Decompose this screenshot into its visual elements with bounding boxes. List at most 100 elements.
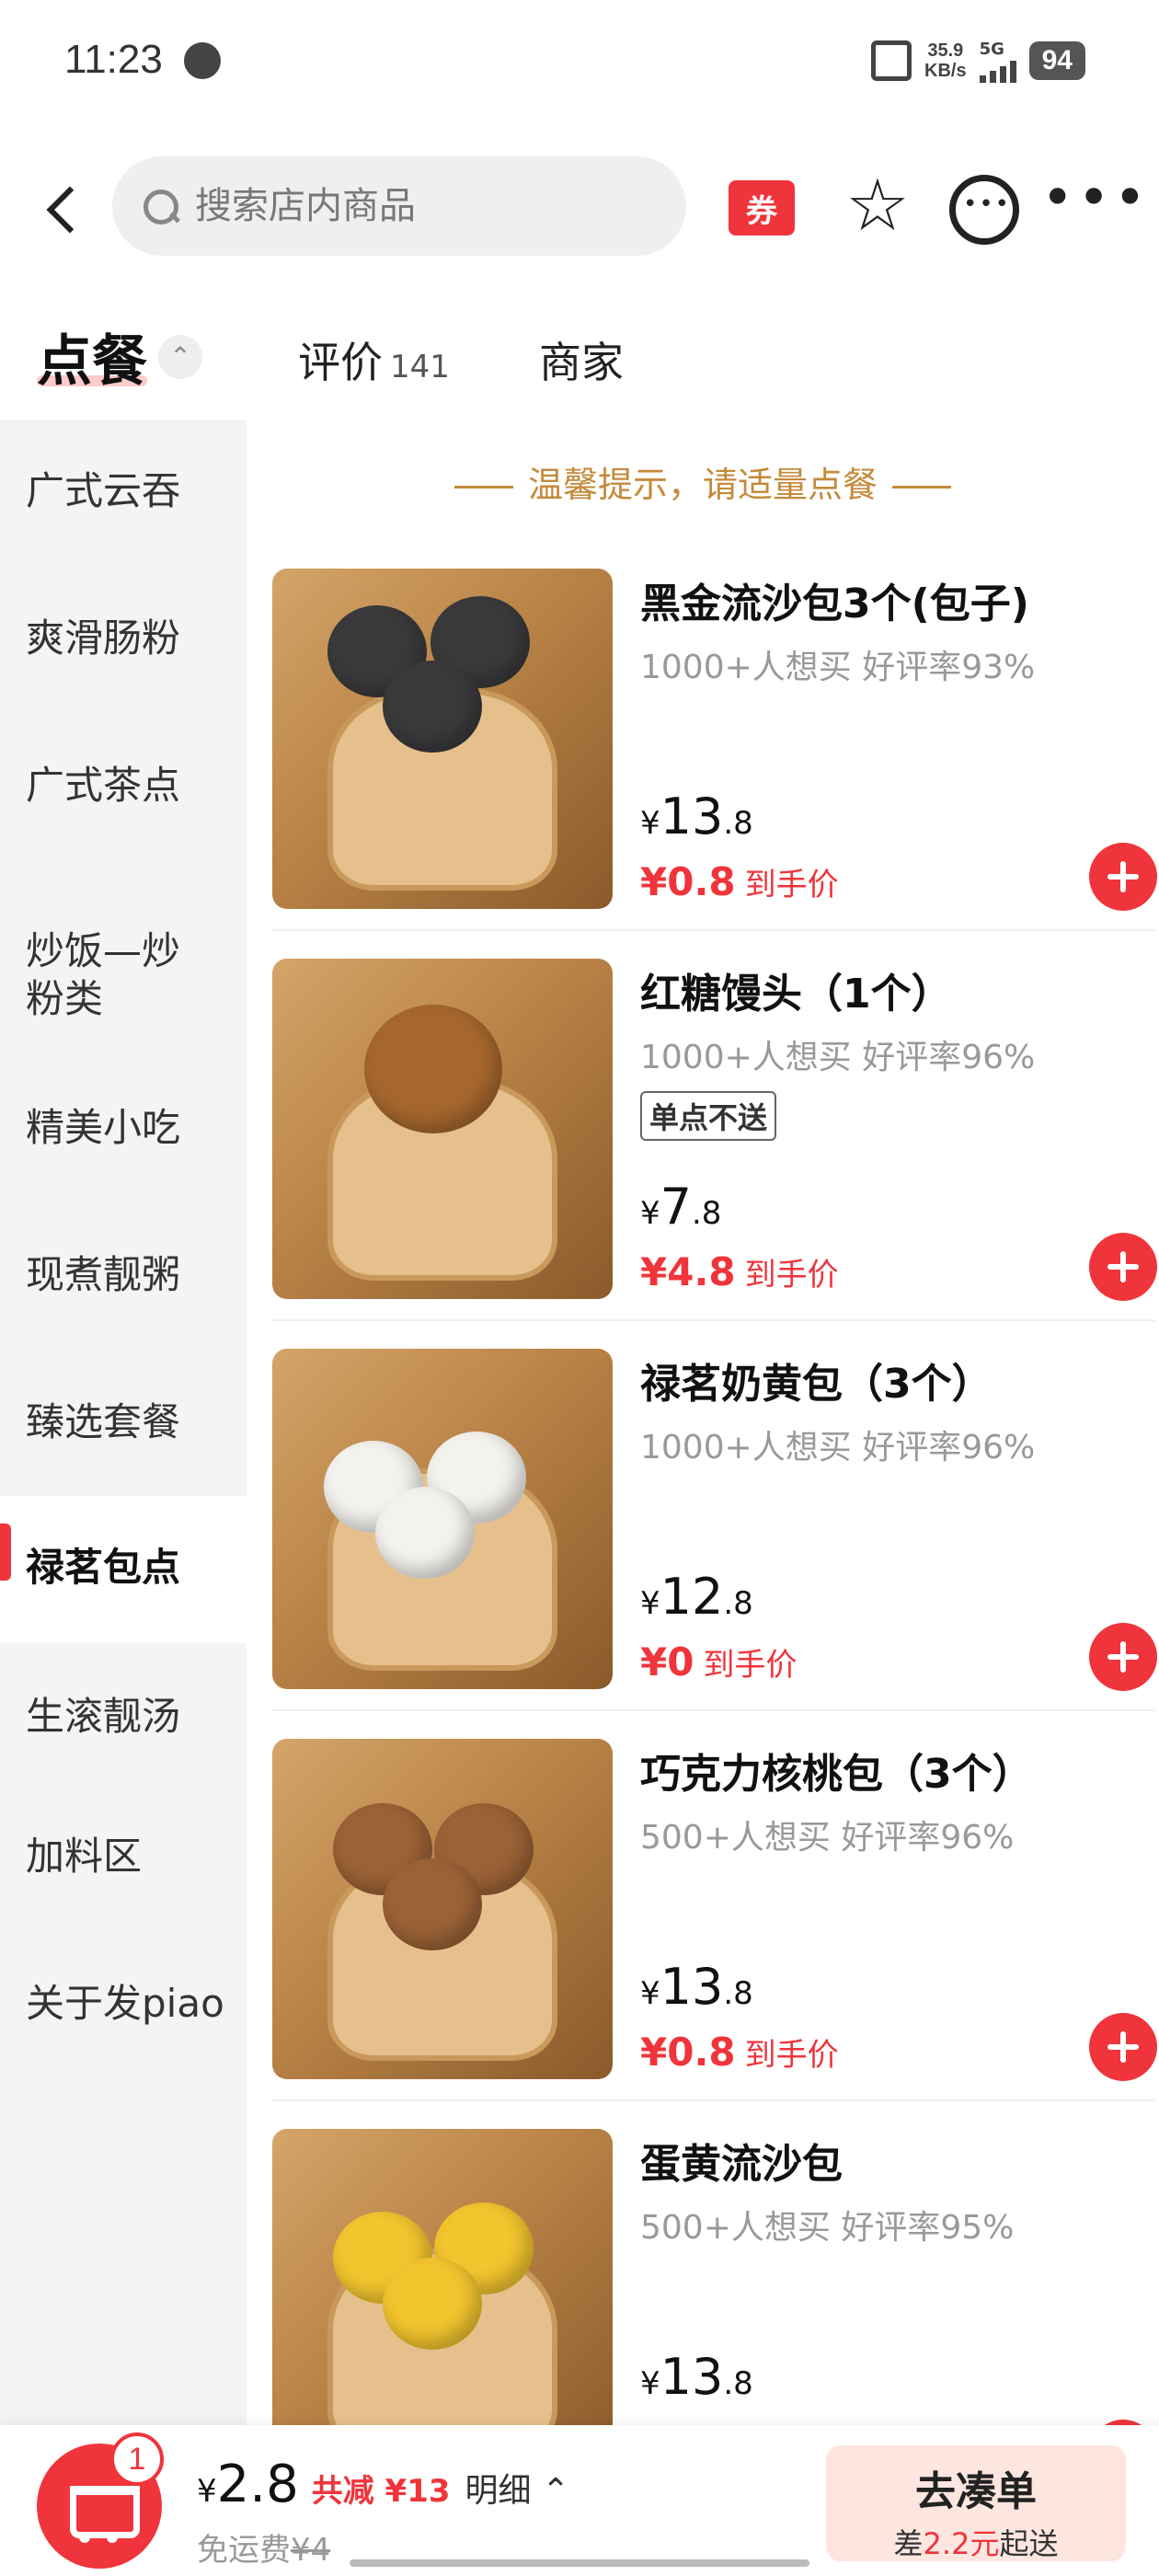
final-price-value: ¥0.8: [640, 859, 736, 904]
tab-merchant[interactable]: 商家: [539, 329, 624, 390]
search-input[interactable]: [195, 185, 655, 227]
tab-reviews-label: 评价: [298, 338, 383, 387]
product-image[interactable]: [272, 569, 613, 909]
product-price: ¥7.8: [640, 1178, 721, 1236]
divider: [272, 1709, 1155, 1711]
network-type: 5G: [979, 39, 1004, 59]
add-to-cart-button[interactable]: [1089, 1233, 1157, 1301]
cart-count-badge: 1: [110, 2432, 164, 2486]
price-detail-link[interactable]: 明细 ⌃: [465, 2472, 570, 2510]
product-stats: 1000+人想买 好评率93%: [640, 649, 1036, 686]
sidebar-item-buns[interactable]: 禄茗包点: [0, 1496, 247, 1643]
product-image[interactable]: [272, 1349, 613, 1689]
product-name: 黑金流沙包3个(包子): [640, 581, 1029, 627]
price-decimal: .8: [723, 1585, 753, 1622]
vibrate-icon: [871, 40, 912, 81]
final-price-value: ¥0: [640, 1639, 694, 1685]
sidebar-item-fried-rice-noodles[interactable]: 炒饭—炒粉类: [0, 927, 212, 1023]
add-to-cart-button[interactable]: [1089, 2013, 1157, 2081]
price-integer: 12: [660, 1568, 724, 1626]
bun: [383, 1858, 482, 1950]
product-image[interactable]: [272, 959, 613, 1299]
price-integer: 13: [660, 2348, 724, 2406]
price-integer: 7: [660, 1178, 692, 1236]
product-name: 巧克力核桃包（3个）: [640, 1751, 1033, 1798]
sidebar-item-add-ons[interactable]: 加料区: [0, 1833, 247, 1880]
collapse-icon[interactable]: ⌃: [158, 335, 202, 379]
favorite-star-icon[interactable]: ☆: [841, 169, 914, 243]
delivery-fee-original: ¥4: [291, 2532, 331, 2569]
sidebar-item-dim-sum[interactable]: 广式茶点: [0, 762, 247, 810]
store-header: 券 ☆ •••: [0, 147, 1159, 267]
price-decimal: .8: [692, 1195, 722, 1232]
product-image[interactable]: [272, 2129, 613, 2425]
price-decimal: .8: [723, 805, 753, 842]
signal-bars: [979, 59, 1016, 83]
final-price-label: 到手价: [703, 1647, 798, 1684]
price-currency: ¥: [640, 2365, 660, 2402]
more-options-icon[interactable]: •••: [1041, 170, 1146, 230]
sidebar-item-invoice[interactable]: 关于发piao: [0, 1980, 247, 2028]
back-button[interactable]: [37, 177, 92, 241]
sidebar-item-wonton[interactable]: 广式云吞: [0, 467, 247, 515]
final-price-label: 到手价: [744, 867, 839, 903]
divider: [272, 2099, 1155, 2101]
add-more-items-button[interactable]: 去凑单 差2.2元起送: [826, 2445, 1126, 2561]
price-currency: ¥: [640, 805, 660, 842]
bun: [383, 2258, 482, 2350]
final-price-label: 到手价: [744, 2037, 839, 2074]
product-stats: 1000+人想买 好评率96%: [640, 1429, 1036, 1466]
product-list: 温馨提示，请适量点餐 黑金流沙包3个(包子) 1000+人想买 好评率93% ¥…: [247, 420, 1159, 2425]
minimum-order-hint: 差2.2元起送: [826, 2521, 1126, 2563]
product-name: 蛋黄流沙包: [640, 2141, 843, 2188]
search-bar[interactable]: [112, 156, 686, 256]
signal-icon: 5G: [979, 39, 1016, 83]
product-item[interactable]: 黑金流沙包3个(包子) 1000+人想买 好评率93% ¥13.8 ¥0.8 到手…: [272, 569, 1157, 955]
final-price: ¥0.8 到手价: [640, 859, 839, 904]
category-sidebar: 广式云吞 爽滑肠粉 广式茶点 炒饭—炒粉类 精美小吃 现煮靓粥 臻选套餐 禄茗包…: [0, 420, 247, 2444]
price-currency: ¥: [640, 1975, 660, 2012]
tab-order[interactable]: 点餐: [37, 316, 147, 397]
product-item[interactable]: 蛋黄流沙包 500+人想买 好评率95% ¥13.8: [272, 2129, 1157, 2425]
product-item[interactable]: 禄茗奶黄包（3个） 1000+人想买 好评率96% ¥12.8 ¥0 到手价: [272, 1349, 1157, 1735]
product-item[interactable]: 红糖馒头（1个） 1000+人想买 好评率96% 单点不送 ¥7.8 ¥4.8 到…: [272, 959, 1157, 1345]
order-tip: 温馨提示，请适量点餐: [247, 456, 1159, 507]
price-integer: 13: [660, 1958, 724, 2016]
sidebar-item-set-meals[interactable]: 臻选套餐: [0, 1367, 247, 1496]
review-count: 141: [390, 349, 450, 385]
product-item[interactable]: 巧克力核桃包（3个） 500+人想买 好评率96% ¥13.8 ¥0.8 到手价: [272, 1739, 1157, 2125]
price-currency: ¥: [640, 1585, 660, 1622]
net-speed-value: 35.9: [927, 40, 964, 61]
product-stats: 500+人想买 好评率96%: [640, 1819, 1015, 1857]
cart-total: ¥2.8 共减 ¥13 明细 ⌃: [197, 2455, 569, 2514]
product-image[interactable]: [272, 1739, 613, 2079]
product-name: 红糖馒头（1个）: [640, 971, 952, 1018]
final-price-value: ¥0.8: [640, 2030, 736, 2075]
status-indicators: 35.9 KB/s 5G 94: [871, 35, 1085, 86]
coupon-icon[interactable]: 券: [729, 180, 795, 236]
status-time: 11:23: [64, 37, 163, 82]
bun: [383, 661, 482, 753]
add-to-cart-button[interactable]: [1089, 1623, 1157, 1691]
sidebar-item-rice-roll[interactable]: 爽滑肠粉: [0, 615, 247, 662]
sidebar-item-snacks[interactable]: 精美小吃: [0, 1104, 247, 1152]
customer-service-icon[interactable]: [949, 175, 1019, 245]
divider: [272, 1319, 1155, 1321]
product-name: 禄茗奶黄包（3个）: [640, 1361, 993, 1408]
sidebar-item-congee[interactable]: 现煮靓粥: [0, 1251, 247, 1299]
home-indicator[interactable]: [350, 2559, 809, 2567]
tab-reviews[interactable]: 评价 141: [298, 329, 450, 390]
store-tabs: 点餐 ⌃ 评价 141 商家: [0, 313, 1159, 414]
sidebar-item-soup[interactable]: 生滚靓汤: [0, 1643, 247, 1763]
net-speed-unit: KB/s: [924, 61, 967, 81]
product-stats: 500+人想买 好评率95%: [640, 2209, 1015, 2247]
product-price: ¥13.8: [640, 1958, 753, 2016]
total-currency: ¥: [197, 2473, 217, 2510]
add-to-cart-button[interactable]: [1089, 843, 1157, 911]
product-price: ¥13.8: [640, 2348, 753, 2406]
globe-icon: [184, 42, 221, 79]
cart-bar: 1 ¥2.8 共减 ¥13 明细 ⌃ 免运费¥4 去凑单 差2.2元起送: [0, 2425, 1159, 2576]
price-currency: ¥: [640, 1195, 660, 1232]
bun: [375, 1487, 475, 1579]
min-order-prefix: 差: [893, 2526, 924, 2561]
